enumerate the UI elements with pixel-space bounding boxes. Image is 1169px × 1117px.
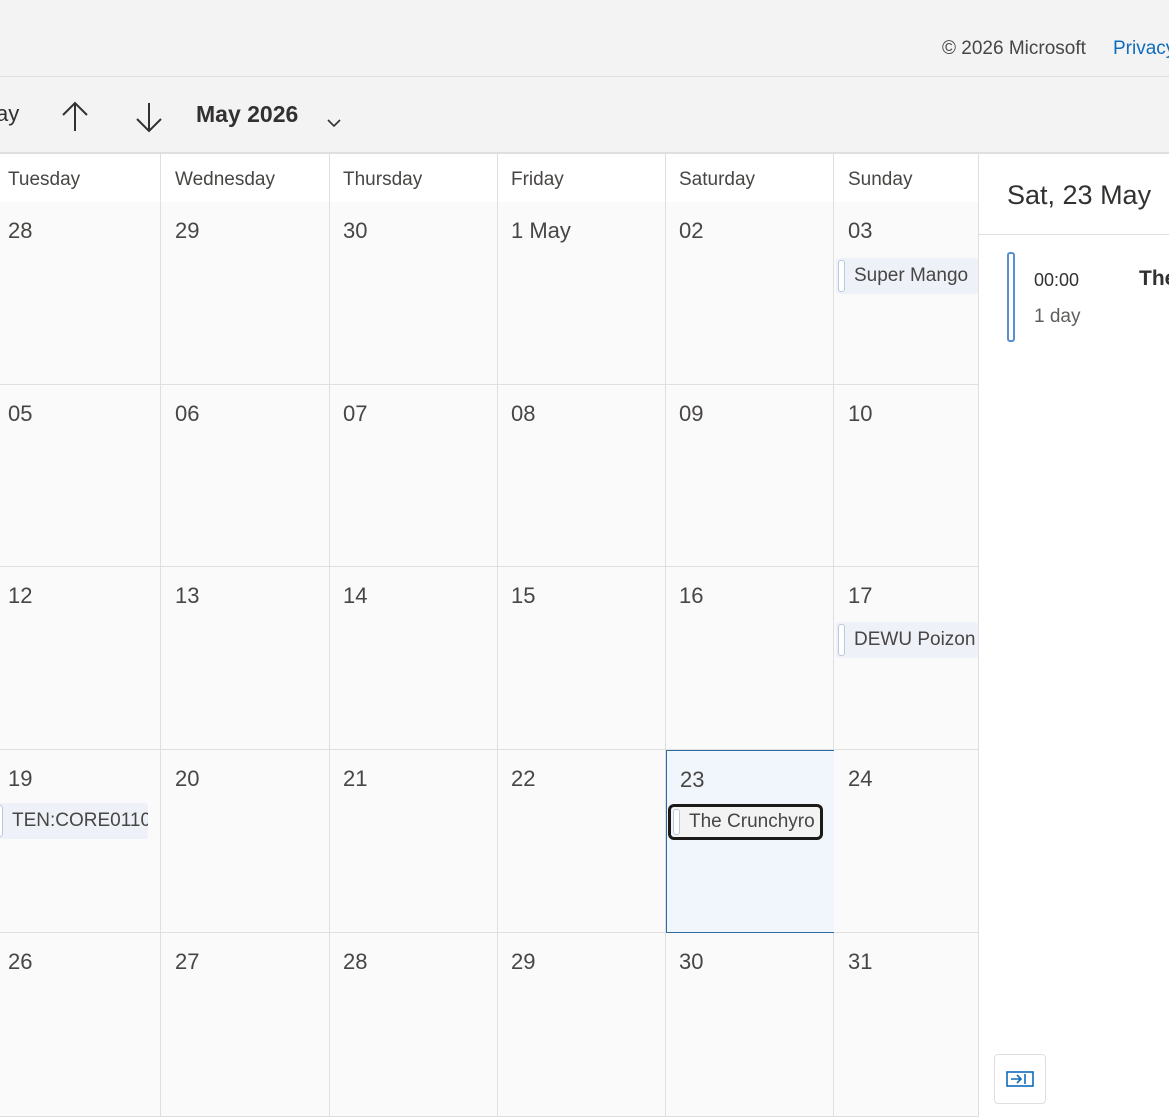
day-number: 20 bbox=[175, 766, 200, 791]
day-cell[interactable]: 08 bbox=[498, 385, 666, 567]
calendar-event[interactable]: DEWU Poizon bbox=[836, 622, 978, 658]
day-number: 30 bbox=[343, 218, 368, 243]
arrow-up-icon bbox=[62, 101, 88, 131]
calendar-event-focused[interactable]: The Crunchyro bbox=[668, 804, 823, 840]
day-number: 24 bbox=[848, 766, 873, 791]
day-number: 27 bbox=[175, 949, 200, 974]
day-detail-panel: Sat, 23 May 00:00 1 day The bbox=[978, 154, 1169, 1117]
today-button[interactable]: ay bbox=[0, 101, 19, 127]
arrow-down-icon bbox=[136, 103, 162, 133]
day-cell[interactable]: 30 bbox=[666, 933, 834, 1117]
day-cell[interactable]: 16 bbox=[666, 567, 834, 750]
next-month-button[interactable] bbox=[129, 97, 169, 137]
day-number: 1 May bbox=[511, 218, 571, 243]
weekday-saturday: Saturday bbox=[666, 154, 834, 202]
day-cell[interactable]: 28 bbox=[330, 933, 498, 1117]
agenda-event-item[interactable]: 00:00 1 day The bbox=[1007, 252, 1169, 347]
day-cell[interactable]: 27 bbox=[161, 933, 330, 1117]
weekday-sunday: Sunday bbox=[848, 169, 913, 190]
day-cell[interactable]: 14 bbox=[330, 567, 498, 750]
day-cell[interactable]: 15 bbox=[498, 567, 666, 750]
day-cell[interactable]: 10 bbox=[834, 385, 978, 567]
weekday-friday: Friday bbox=[498, 154, 666, 202]
day-number: 21 bbox=[343, 766, 368, 791]
calendar-event[interactable]: TEN:CORE0110 bbox=[0, 803, 148, 839]
day-cell[interactable]: 13 bbox=[161, 567, 330, 750]
day-number: 12 bbox=[8, 583, 33, 608]
day-cell[interactable]: 03 Super Mango bbox=[834, 202, 978, 385]
day-cell-selected[interactable]: 23 The Crunchyro bbox=[666, 750, 835, 933]
day-number: 26 bbox=[8, 949, 33, 974]
day-cell[interactable]: 22 bbox=[498, 750, 666, 933]
weekday-tuesday: Tuesday bbox=[0, 154, 161, 202]
weekday-wednesday: Wednesday bbox=[161, 154, 330, 202]
day-cell[interactable]: 17 DEWU Poizon bbox=[834, 567, 978, 750]
event-start-time: 00:00 bbox=[1034, 270, 1080, 290]
day-number: 05 bbox=[8, 401, 33, 426]
day-cell[interactable]: 19 TEN:CORE0110 bbox=[0, 750, 161, 933]
day-cell[interactable]: 12 bbox=[0, 567, 161, 750]
day-number: 28 bbox=[343, 949, 368, 974]
day-number: 09 bbox=[679, 401, 704, 426]
day-number: 03 bbox=[848, 218, 873, 243]
day-cell[interactable]: 02 bbox=[666, 202, 834, 385]
day-cell[interactable]: 30 bbox=[330, 202, 498, 385]
month-picker-button[interactable] bbox=[324, 113, 344, 133]
day-cell[interactable]: 29 bbox=[161, 202, 330, 385]
day-number: 29 bbox=[175, 218, 200, 243]
day-cell[interactable]: 29 bbox=[498, 933, 666, 1117]
event-title: The bbox=[1139, 267, 1169, 290]
day-cell[interactable]: 06 bbox=[161, 385, 330, 567]
previous-month-button[interactable] bbox=[55, 97, 95, 137]
day-number: 28 bbox=[8, 218, 33, 243]
panel-date-title: Sat, 23 May bbox=[1007, 180, 1152, 210]
day-number: 22 bbox=[511, 766, 536, 791]
top-footer-bar: © 2026 Microsoft Privacy bbox=[0, 0, 1169, 77]
day-number: 14 bbox=[343, 583, 368, 608]
calendar-toolbar: ay May 2026 bbox=[0, 77, 1169, 154]
day-number: 23 bbox=[680, 767, 705, 792]
month-label[interactable]: May 2026 bbox=[196, 101, 298, 128]
day-number: 19 bbox=[8, 766, 33, 791]
chevron-down-icon bbox=[327, 119, 341, 128]
calendar-event[interactable]: Super Mango bbox=[836, 258, 978, 294]
day-cell[interactable]: 1 May bbox=[498, 202, 666, 385]
day-cell[interactable]: 24 bbox=[834, 750, 978, 933]
day-number: 06 bbox=[175, 401, 200, 426]
day-cell[interactable]: 21 bbox=[330, 750, 498, 933]
day-cell[interactable]: 09 bbox=[666, 385, 834, 567]
day-number: 13 bbox=[175, 583, 200, 608]
day-cell[interactable]: 20 bbox=[161, 750, 330, 933]
day-number: 16 bbox=[679, 583, 704, 608]
weekday-header-row: Tuesday Wednesday Thursday Friday Saturd… bbox=[0, 154, 978, 203]
copyright-text: © 2026 Microsoft bbox=[942, 38, 1086, 59]
event-color-bar bbox=[1007, 252, 1015, 342]
day-number: 02 bbox=[679, 218, 704, 243]
day-cell[interactable]: 05 bbox=[0, 385, 161, 567]
event-duration: 1 day bbox=[1034, 306, 1081, 327]
day-number: 07 bbox=[343, 401, 368, 426]
day-cell[interactable]: 28 bbox=[0, 202, 161, 385]
day-cell[interactable]: 26 bbox=[0, 933, 161, 1117]
day-number: 31 bbox=[848, 949, 873, 974]
day-number: 15 bbox=[511, 583, 536, 608]
weekday-thursday: Thursday bbox=[330, 154, 498, 202]
day-cell[interactable]: 31 bbox=[834, 933, 978, 1117]
day-number: 10 bbox=[848, 401, 873, 426]
collapse-pane-button[interactable] bbox=[994, 1054, 1046, 1104]
day-number: 08 bbox=[511, 401, 536, 426]
day-number: 17 bbox=[848, 583, 873, 608]
collapse-pane-icon bbox=[1006, 1071, 1034, 1087]
panel-divider bbox=[979, 234, 1169, 235]
privacy-link[interactable]: Privacy bbox=[1113, 38, 1169, 60]
day-cell[interactable]: 07 bbox=[330, 385, 498, 567]
day-number: 29 bbox=[511, 949, 536, 974]
month-grid: Tuesday Wednesday Thursday Friday Saturd… bbox=[0, 154, 978, 1117]
day-number: 30 bbox=[679, 949, 704, 974]
